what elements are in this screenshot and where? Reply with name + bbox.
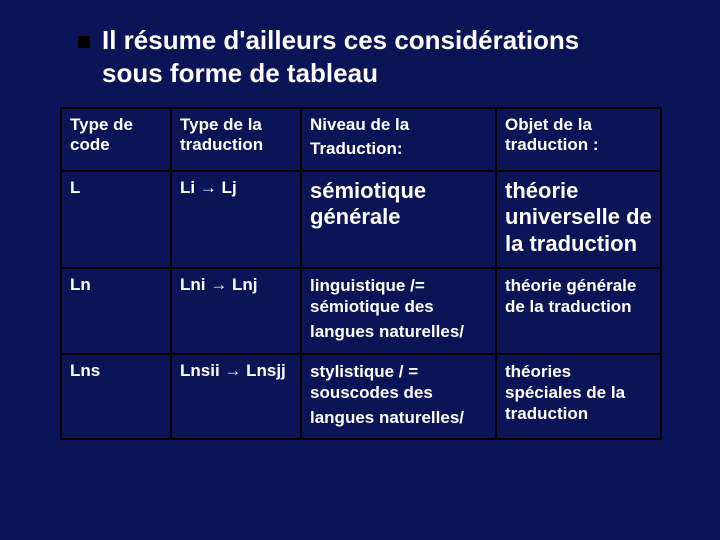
cell-objet: théorie universelle de la traduction	[496, 171, 661, 268]
header-type-traduction: Type de la traduction	[171, 108, 301, 171]
cell-objet: théories spéciales de la traduction	[496, 354, 661, 440]
cell-objet: théorie générale de la traduction	[496, 268, 661, 354]
cell-map: Li → Lj	[171, 171, 301, 268]
cell-niveau-line1: stylistique / = souscodes des	[310, 362, 433, 402]
header-objet: Objet de la traduction :	[496, 108, 661, 171]
cell-niveau-line1: linguistique /= sémiotique des	[310, 276, 434, 316]
header-niveau: Niveau de la Traduction:	[301, 108, 496, 171]
translation-table: Type de code Type de la traduction Nivea…	[60, 107, 662, 440]
cell-niveau: sémiotique générale	[301, 171, 496, 268]
table-header-row: Type de code Type de la traduction Nivea…	[61, 108, 661, 171]
cell-code: Lns	[61, 354, 171, 440]
cell-map: Lni → Lnj	[171, 268, 301, 354]
table-row: L Li → Lj sémiotique générale théorie un…	[61, 171, 661, 268]
cell-niveau: linguistique /= sémiotique des langues n…	[301, 268, 496, 354]
table-row: Lns Lnsii → Lnsjj stylistique / = sousco…	[61, 354, 661, 440]
cell-niveau: stylistique / = souscodes des langues na…	[301, 354, 496, 440]
cell-code: Ln	[61, 268, 171, 354]
slide-title: Il résume d'ailleurs ces considérations …	[102, 24, 622, 89]
header-niveau-line1: Niveau de la	[310, 115, 409, 134]
header-niveau-line2: Traduction:	[310, 139, 487, 159]
bullet-icon	[78, 36, 90, 48]
cell-code: L	[61, 171, 171, 268]
title-row: Il résume d'ailleurs ces considérations …	[78, 24, 660, 89]
header-type-code: Type de code	[61, 108, 171, 171]
cell-niveau-line2: langues naturelles/	[310, 321, 487, 342]
table-row: Ln Lni → Lnj linguistique /= sémiotique …	[61, 268, 661, 354]
slide: Il résume d'ailleurs ces considérations …	[0, 0, 720, 540]
cell-map: Lnsii → Lnsjj	[171, 354, 301, 440]
cell-niveau-line2: langues naturelles/	[310, 407, 487, 428]
